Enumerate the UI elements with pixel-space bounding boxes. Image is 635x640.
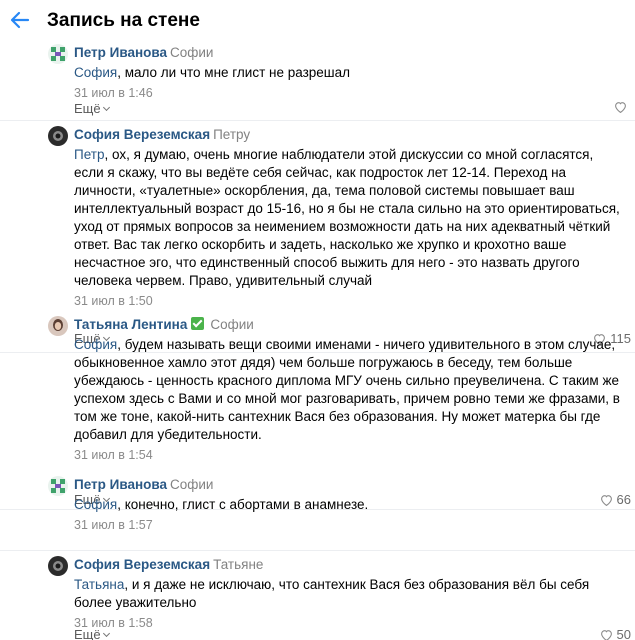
arrow-left-icon[interactable]	[8, 8, 32, 32]
mention-link[interactable]: Татьяна	[74, 577, 124, 592]
like-button[interactable]	[614, 101, 631, 113]
divider	[0, 120, 635, 121]
avatar[interactable]	[48, 556, 68, 576]
comment-author[interactable]: Петр Иванова	[74, 477, 167, 492]
comment-date[interactable]: 31 июл в 1:46	[74, 85, 625, 101]
comment-author[interactable]: Татьяна Лентина	[74, 317, 187, 332]
mention-link[interactable]: Петр	[74, 147, 104, 162]
heart-icon	[615, 102, 626, 113]
more-button[interactable]: Ещё	[74, 627, 110, 640]
reply-to[interactable]: Софии	[170, 477, 213, 492]
comment-text: Петр, ох, я думаю, очень многие наблюдат…	[74, 147, 620, 288]
comment-text: София, мало ли что мне глист не разрешал	[74, 65, 351, 80]
page-title: Запись на стене	[47, 10, 200, 31]
comment-author[interactable]: София Вереземская	[74, 557, 210, 572]
comment-author[interactable]: Петр Иванова	[74, 45, 167, 60]
mention-link[interactable]: София	[74, 337, 117, 352]
like-button[interactable]: 50	[600, 627, 631, 640]
comment-date[interactable]: 31 июл в 1:58	[74, 615, 625, 631]
comment: София Вереземская Петру Петр, ох, я думаю…	[0, 126, 635, 346]
comment-date[interactable]: 31 июл в 1:54	[74, 447, 625, 463]
comment-date[interactable]: 31 июл в 1:50	[74, 293, 625, 309]
reply-to[interactable]: Петру	[213, 127, 250, 142]
chevron-down-icon	[102, 103, 110, 112]
mention-link[interactable]: София	[74, 497, 117, 512]
reply-to[interactable]: Софии	[210, 317, 253, 332]
more-button[interactable]: Ещё	[74, 101, 110, 116]
mention-link[interactable]: София	[74, 65, 117, 80]
like-count: 50	[616, 627, 631, 640]
avatar[interactable]	[48, 476, 68, 496]
top-bar: Запись на стене	[0, 0, 635, 42]
divider	[0, 550, 635, 551]
reply-to[interactable]: Татьяне	[213, 557, 263, 572]
comment-date[interactable]: 31 июл в 1:57	[74, 517, 625, 533]
verified-check-icon	[191, 317, 205, 330]
comment: София Вереземская Татьяне Татьяна, и я да…	[0, 556, 635, 640]
chevron-down-icon	[102, 629, 110, 638]
reply-to[interactable]: Софии	[170, 45, 213, 60]
comment-text: Татьяна, и я даже не исключаю, что санте…	[74, 577, 590, 610]
avatar[interactable]	[48, 316, 68, 336]
avatar[interactable]	[48, 44, 68, 64]
comment: Петр Иванова Софии София, мало ли что мне…	[0, 44, 635, 122]
comment-text: София, будем называть вещи своими именам…	[74, 337, 620, 442]
comment: Татьяна Лентина Софии София, будем называ…	[0, 316, 635, 507]
heart-icon	[600, 629, 612, 640]
comment: Петр Иванова Софии София, конечно, глист …	[0, 476, 635, 546]
comment-text: София, конечно, глист с абортами в анамн…	[74, 497, 369, 512]
comment-author[interactable]: София Вереземская	[74, 127, 210, 142]
avatar[interactable]	[48, 126, 68, 146]
